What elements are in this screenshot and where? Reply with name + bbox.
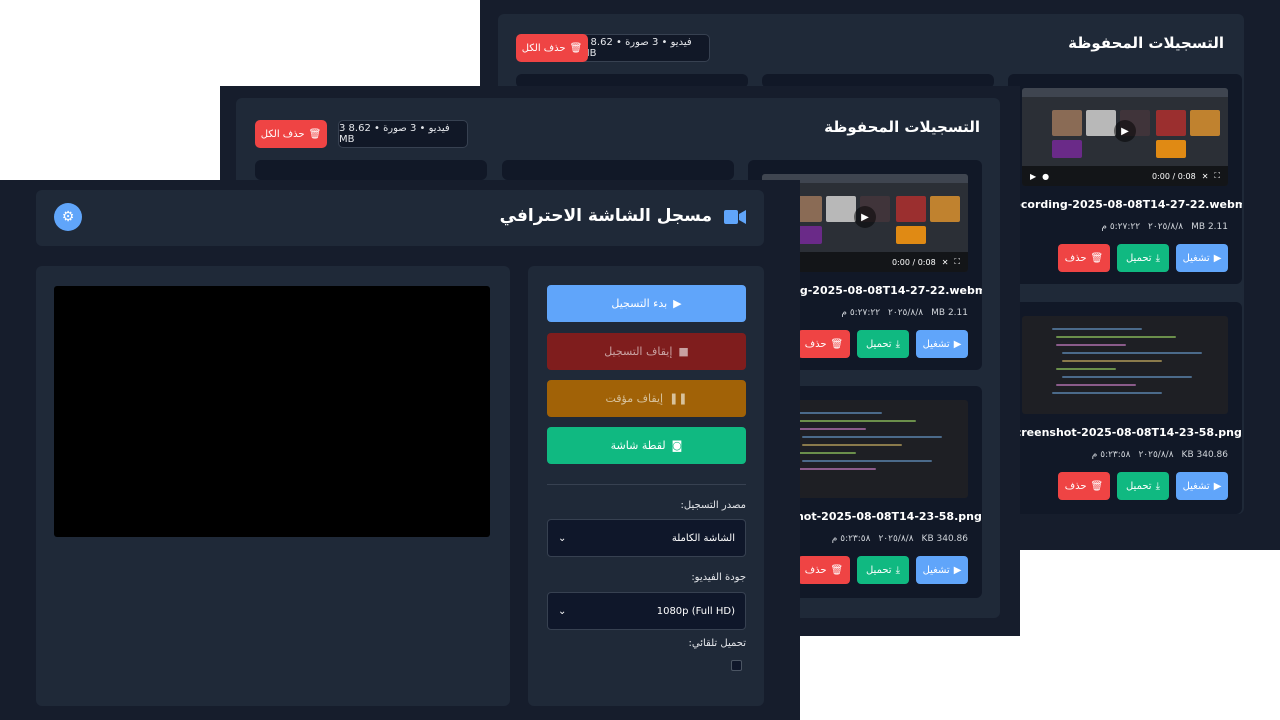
play-icon[interactable]: ▶ <box>1030 172 1036 181</box>
quality-select[interactable]: 1080p (Full HD) ⌄ <box>547 592 746 630</box>
delete-all-button[interactable]: 🗑 حذف الكل <box>255 120 327 148</box>
play-button[interactable]: ▶ تشغيل <box>916 330 968 358</box>
quality-label: جودة الفيديو: <box>691 572 746 583</box>
trash-icon: 🗑 <box>830 564 844 576</box>
trash-icon: 🗑 <box>1090 252 1104 264</box>
stop-recording-button[interactable]: ■ إيقاف التسجيل <box>547 333 746 370</box>
play-button[interactable]: ▶ تشغيل <box>1176 244 1228 272</box>
player-time: 0:00 / 0:08 <box>891 257 936 267</box>
fullscreen-icon[interactable]: ⛶ <box>1214 171 1220 181</box>
autodownload-label: تحميل تلقائي: <box>688 638 746 649</box>
play-icon: ▶ <box>673 297 682 310</box>
recording-meta: 340.86 KB ٢٠٢٥/٨/٨ ٥:٢٣:٥٨ م <box>831 534 968 544</box>
recording-filename: recording-2025-08-08T14-27-22.webm <box>1008 198 1242 211</box>
trash-icon: 🗑 <box>308 128 322 140</box>
play-icon: ▶ <box>1213 480 1222 492</box>
download-button[interactable]: ⤓ تحميل <box>1117 244 1169 272</box>
download-icon: ⤓ <box>895 338 901 350</box>
play-overlay-icon[interactable]: ▶ <box>1114 120 1136 142</box>
play-icon: ▶ <box>1213 252 1222 264</box>
mute-icon[interactable]: ✕ <box>942 258 949 267</box>
delete-all-button[interactable]: 🗑 حذف الكل <box>516 34 588 62</box>
start-recording-button[interactable]: ▶ بدء التسجيل <box>547 285 746 322</box>
video-preview <box>54 286 490 537</box>
recordings-count-badge: 3 فيديو • 3 صورة • 8.62 MB <box>338 120 468 148</box>
trash-icon: 🗑 <box>830 338 844 350</box>
recording-meta: 2.11 MB ٢٠٢٥/٨/٨ ٥:٢٧:٢٢ م <box>841 308 968 318</box>
app-title: مسجل الشاشة الاحترافي <box>499 206 712 226</box>
recording-filename: screenshot-2025-08-08T14-23-58.png <box>1008 426 1242 439</box>
stop-icon: ■ <box>678 345 689 358</box>
recording-meta: 340.86 KB ٢٠٢٥/٨/٨ ٥:٢٣:٥٨ م <box>1091 450 1228 460</box>
fullscreen-icon[interactable]: ⛶ <box>954 257 960 267</box>
video-camera-icon <box>724 210 746 224</box>
divider <box>547 484 746 485</box>
source-label: مصدر التسجيل: <box>680 500 746 511</box>
screenshot-thumbnail[interactable] <box>1022 316 1228 414</box>
download-icon: ⤓ <box>895 564 901 576</box>
video-thumbnail[interactable]: ▶ ▶ ● 0:00 / 0:08 ✕ ⛶ <box>1022 88 1228 186</box>
delete-button[interactable]: 🗑 حذف <box>1058 244 1110 272</box>
video-controls[interactable]: ▶ ● 0:00 / 0:08 ✕ ⛶ <box>1022 166 1228 186</box>
recording-meta: 2.11 MB ٢٠٢٥/٨/٨ ٥:٢٧:٢٢ م <box>1101 222 1228 232</box>
pause-recording-button[interactable]: ❚❚ إيقاف مؤقت <box>547 380 746 417</box>
pause-icon: ❚❚ <box>669 392 688 405</box>
play-overlay-icon[interactable]: ▶ <box>854 206 876 228</box>
screen-recorder-window: مسجل الشاشة الاحترافي ⚙ ▶ بدء التسجيل ■ … <box>0 180 800 720</box>
recordings-title: التسجيلات المحفوظة <box>1068 34 1224 52</box>
chevron-down-icon: ⌄ <box>558 532 567 544</box>
play-icon: ▶ <box>953 338 962 350</box>
controls-panel: ▶ بدء التسجيل ■ إيقاف التسجيل ❚❚ إيقاف م… <box>528 266 764 706</box>
chevron-down-icon: ⌄ <box>558 605 567 617</box>
download-button[interactable]: ⤓ تحميل <box>857 556 909 584</box>
app-header: مسجل الشاشة الاحترافي ⚙ <box>36 190 764 246</box>
download-icon: ⤓ <box>1155 480 1161 492</box>
source-select[interactable]: الشاشة الكاملة ⌄ <box>547 519 746 557</box>
gear-icon[interactable]: ⚙ <box>54 203 82 231</box>
recording-card <box>502 160 734 180</box>
download-icon: ⤓ <box>1155 252 1161 264</box>
seek-handle[interactable]: ● <box>1042 172 1049 181</box>
camera-icon: ◙ <box>671 439 683 452</box>
recording-card-image: screenshot-2025-08-08T14-23-58.png 340.8… <box>1008 302 1242 514</box>
player-time: 0:00 / 0:08 <box>1151 171 1196 181</box>
delete-button[interactable]: 🗑 حذف <box>798 330 850 358</box>
play-icon: ▶ <box>953 564 962 576</box>
screenshot-button[interactable]: ◙ لقطة شاشة <box>547 427 746 464</box>
play-button[interactable]: ▶ تشغيل <box>916 556 968 584</box>
mute-icon[interactable]: ✕ <box>1202 172 1209 181</box>
delete-button[interactable]: 🗑 حذف <box>1058 472 1110 500</box>
trash-icon: 🗑 <box>569 42 583 54</box>
delete-button[interactable]: 🗑 حذف <box>798 556 850 584</box>
recordings-count-badge: 3 فيديو • 3 صورة • 8.62 MB <box>580 34 710 62</box>
preview-panel <box>36 266 510 706</box>
download-button[interactable]: ⤓ تحميل <box>1117 472 1169 500</box>
autodownload-checkbox[interactable] <box>731 660 742 671</box>
recording-card <box>255 160 487 180</box>
trash-icon: 🗑 <box>1090 480 1104 492</box>
play-button[interactable]: ▶ تشغيل <box>1176 472 1228 500</box>
download-button[interactable]: ⤓ تحميل <box>857 330 909 358</box>
recordings-title: التسجيلات المحفوظة <box>824 118 980 136</box>
recording-card-video: ▶ ▶ ● 0:00 / 0:08 ✕ ⛶ recording-2025-08-… <box>1008 74 1242 284</box>
